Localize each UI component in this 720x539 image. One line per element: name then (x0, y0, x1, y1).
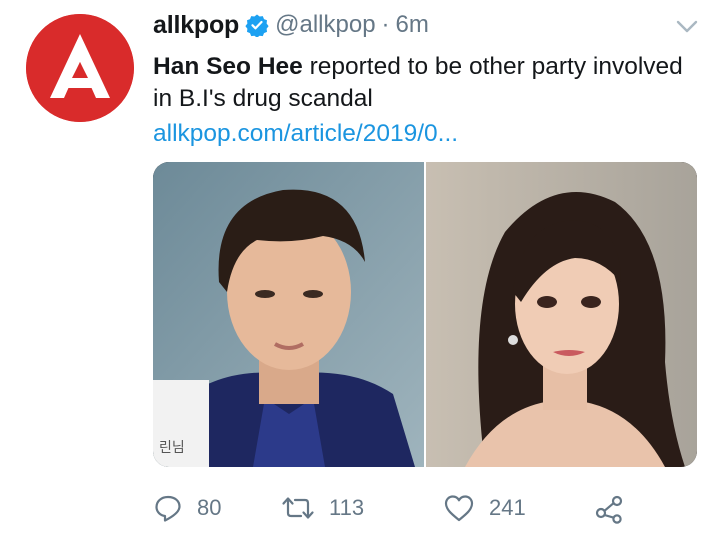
photo-sign-text: 린님 (159, 440, 185, 456)
heart-icon (444, 495, 474, 522)
avatar[interactable] (26, 14, 134, 122)
display-name[interactable]: allkpop (153, 11, 239, 40)
photo-right[interactable] (425, 162, 697, 467)
media-grid[interactable]: 린님 (153, 162, 697, 467)
like-button[interactable]: 241 (443, 488, 526, 528)
tweet-text: Han Seo Hee reported to be other party i… (153, 51, 698, 115)
timestamp[interactable]: 6m (396, 11, 429, 39)
reply-icon (155, 495, 181, 522)
reply-count: 80 (197, 495, 222, 520)
user-handle[interactable]: @allkpop (275, 11, 375, 39)
separator-dot: · (381, 11, 390, 38)
like-count: 241 (489, 495, 526, 520)
photo-divider (424, 162, 426, 467)
allkpop-logo-icon (26, 14, 134, 122)
retweet-count: 113 (329, 495, 365, 520)
tweet-text-bold[interactable]: Han Seo Hee (153, 53, 303, 80)
retweet-icon (282, 497, 314, 519)
article-link[interactable]: allkpop.com/article/2019/0... (153, 118, 458, 150)
tweet-card[interactable]: allkpop @allkpop · 6m Han Seo Hee report… (0, 0, 720, 539)
retweet-button[interactable]: 113 (281, 488, 364, 528)
tweet-header: allkpop @allkpop · 6m (153, 8, 429, 42)
tweet-actions: 80 113 241 (153, 488, 698, 528)
verified-badge-icon (245, 13, 269, 37)
chevron-down-icon[interactable] (676, 20, 698, 34)
share-icon (595, 495, 623, 524)
reply-button[interactable]: 80 (153, 488, 221, 528)
photo-left[interactable]: 린님 (153, 162, 425, 467)
share-button[interactable] (593, 488, 625, 528)
